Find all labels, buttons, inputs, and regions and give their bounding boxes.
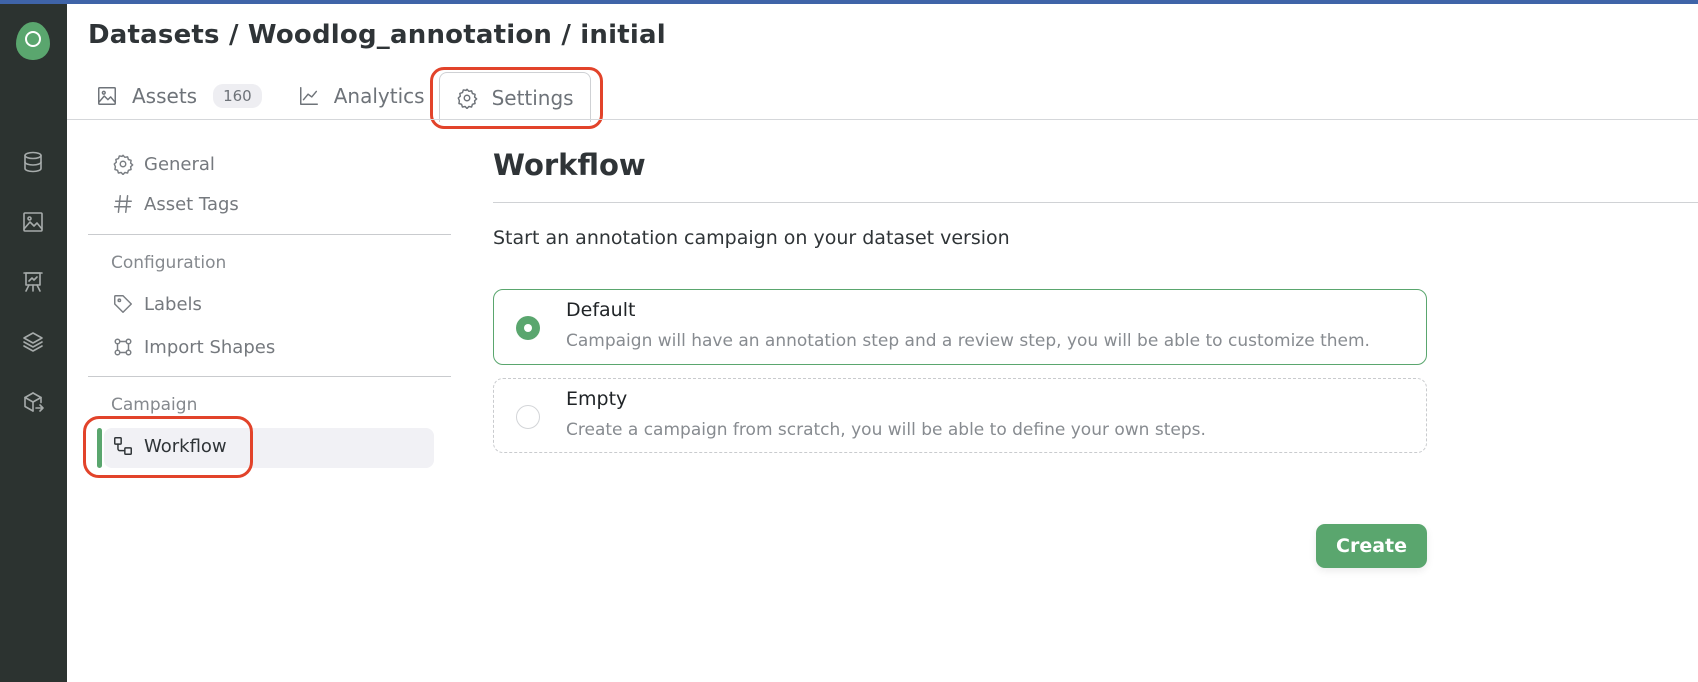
gear-icon (457, 88, 477, 109)
sidebar-group-configuration: Configuration (111, 253, 227, 273)
tab-assets[interactable]: Assets 160 (88, 72, 270, 120)
sidebar-item-asset-tags[interactable]: Asset Tags (112, 193, 239, 215)
sidebar-group-campaign: Campaign (111, 395, 198, 415)
layers-icon[interactable] (21, 330, 45, 354)
app-logo[interactable] (16, 22, 50, 60)
datasets-icon[interactable] (21, 150, 45, 174)
tab-settings-label: Settings (491, 85, 574, 110)
app-rail (0, 4, 67, 682)
tab-analytics[interactable]: Analytics (290, 72, 433, 120)
header-divider (67, 119, 1698, 120)
sidebar-item-label: General (144, 153, 215, 175)
sidebar-item-label: Workflow (144, 435, 227, 457)
top-accent-line (0, 0, 1698, 4)
deployments-icon[interactable] (21, 390, 45, 414)
sidebar-divider (88, 376, 451, 377)
page-title: Workflow (493, 148, 646, 182)
option-description: Create a campaign from scratch, you will… (566, 420, 1206, 440)
image-icon (98, 87, 116, 105)
sidebar-item-general[interactable]: General (112, 153, 215, 175)
workflow-icon (114, 437, 132, 455)
sidebar-divider (88, 234, 451, 235)
sidebar-item-label: Import Shapes (144, 336, 276, 358)
create-button[interactable]: Create (1316, 524, 1427, 568)
sidebar-active-indicator (97, 428, 102, 468)
assets-count-badge: 160 (213, 84, 262, 108)
page-subtitle: Start an annotation campaign on your dat… (493, 227, 1010, 249)
sidebar-item-import-shapes[interactable]: Import Shapes (112, 336, 275, 358)
shapes-icon (114, 338, 132, 356)
tab-assets-label: Assets (132, 84, 198, 108)
option-title: Default (566, 299, 636, 321)
radio-empty[interactable] (516, 405, 540, 429)
experiments-icon[interactable] (21, 270, 45, 294)
radio-default-selected[interactable] (516, 316, 540, 340)
sidebar-item-labels[interactable]: Labels (112, 293, 202, 315)
title-divider (493, 202, 1698, 203)
sidebar-item-workflow[interactable]: Workflow (112, 435, 227, 457)
tag-icon (114, 295, 132, 313)
chart-line-icon (299, 87, 318, 105)
breadcrumb: Datasets / Woodlog_annotation / initial (88, 20, 666, 50)
option-empty[interactable]: Empty Create a campaign from scratch, yo… (493, 378, 1427, 453)
option-title: Empty (566, 388, 628, 410)
option-default[interactable]: Default Campaign will have an annotation… (493, 289, 1427, 365)
tab-analytics-label: Analytics (333, 84, 425, 108)
gear-icon (113, 154, 134, 175)
sidebar-item-label: Asset Tags (144, 193, 239, 215)
tab-settings[interactable]: Settings (438, 72, 591, 122)
hash-icon (114, 195, 132, 213)
images-icon[interactable] (21, 210, 45, 234)
dataset-tabs: Assets 160 Analytics Settings (88, 72, 591, 122)
option-description: Campaign will have an annotation step an… (566, 331, 1370, 351)
sidebar-item-label: Labels (144, 293, 202, 315)
